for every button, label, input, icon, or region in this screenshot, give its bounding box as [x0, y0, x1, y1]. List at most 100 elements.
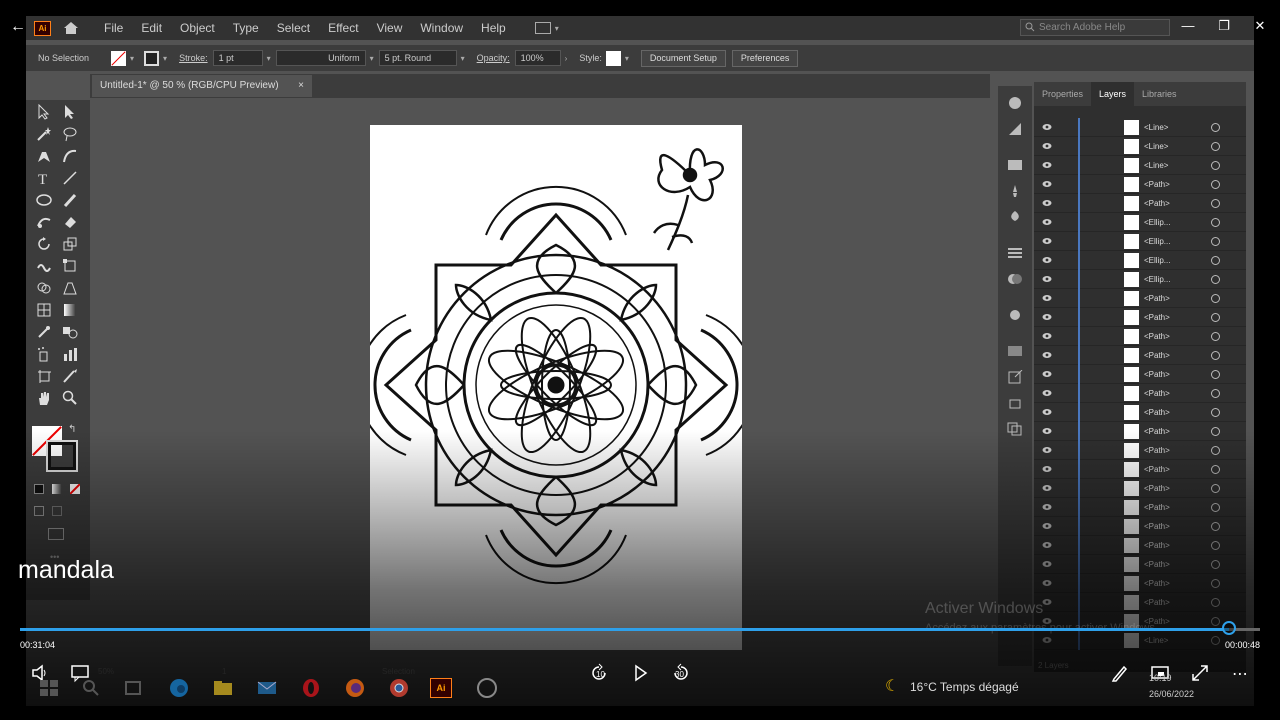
visibility-eye-icon[interactable]: [1042, 218, 1052, 226]
search-help-input[interactable]: Search Adobe Help: [1020, 19, 1170, 36]
draw-behind-icon[interactable]: [52, 506, 62, 516]
chevron-down-icon[interactable]: ▾: [370, 54, 374, 63]
chevron-down-icon[interactable]: ▾: [625, 54, 629, 63]
eyedropper-tool-icon[interactable]: [36, 324, 52, 340]
document-setup-button[interactable]: Document Setup: [640, 49, 726, 67]
menu-type[interactable]: Type: [224, 21, 268, 35]
layer-name[interactable]: <Path>: [1144, 522, 1170, 531]
visibility-eye-icon[interactable]: [1042, 541, 1052, 549]
layer-name[interactable]: <Path>: [1144, 294, 1170, 303]
layer-row[interactable]: <Path>: [1034, 289, 1246, 308]
transparency-panel-icon[interactable]: [1007, 272, 1023, 286]
visibility-eye-icon[interactable]: [1042, 579, 1052, 587]
layer-row[interactable]: <Path>: [1034, 403, 1246, 422]
visibility-eye-icon[interactable]: [1042, 389, 1052, 397]
visibility-eye-icon[interactable]: [1042, 370, 1052, 378]
color-guide-icon[interactable]: [1007, 122, 1023, 136]
target-circle-icon[interactable]: [1211, 237, 1220, 246]
menu-file[interactable]: File: [95, 21, 132, 35]
layer-name[interactable]: <Path>: [1144, 370, 1170, 379]
layer-name[interactable]: <Ellip...: [1144, 237, 1170, 246]
visibility-eye-icon[interactable]: [1042, 313, 1052, 321]
target-circle-icon[interactable]: [1211, 446, 1220, 455]
layer-name[interactable]: <Path>: [1144, 560, 1170, 569]
stroke-panel-icon[interactable]: [1007, 246, 1023, 260]
layer-row[interactable]: <Ellip...: [1034, 213, 1246, 232]
layer-name[interactable]: <Path>: [1144, 598, 1170, 607]
layer-row[interactable]: <Path>: [1034, 593, 1246, 612]
symbol-sprayer-tool-icon[interactable]: [36, 346, 52, 362]
visibility-eye-icon[interactable]: [1042, 560, 1052, 568]
layer-name[interactable]: <Path>: [1144, 427, 1170, 436]
target-circle-icon[interactable]: [1211, 218, 1220, 227]
pen-tool-icon[interactable]: [36, 148, 52, 164]
close-window-icon[interactable]: ✕: [1250, 18, 1270, 38]
none-mode-icon[interactable]: [70, 484, 80, 494]
stroke-swatch[interactable]: [144, 50, 160, 66]
scale-tool-icon[interactable]: [62, 236, 78, 252]
visibility-eye-icon[interactable]: [1042, 427, 1052, 435]
visibility-eye-icon[interactable]: [1042, 522, 1052, 530]
brush-definition[interactable]: 5 pt. Round: [378, 50, 457, 66]
workspace-switcher-icon[interactable]: [534, 22, 551, 34]
line-tool-icon[interactable]: [62, 170, 78, 186]
illustrator-taskbar-icon[interactable]: Ai: [430, 678, 452, 698]
layer-row[interactable]: <Ellip...: [1034, 270, 1246, 289]
layer-row[interactable]: <Line>: [1034, 118, 1246, 137]
artboard-tool-icon[interactable]: [36, 368, 52, 384]
visibility-eye-icon[interactable]: [1042, 503, 1052, 511]
target-circle-icon[interactable]: [1211, 256, 1220, 265]
layer-row[interactable]: <Path>: [1034, 498, 1246, 517]
back-arrow-icon[interactable]: ←: [10, 18, 28, 38]
screen-mode-icon[interactable]: [48, 528, 64, 540]
fill-swatch[interactable]: [111, 50, 127, 66]
task-view-icon[interactable]: [122, 678, 144, 698]
magic-wand-icon[interactable]: [36, 126, 52, 142]
type-tool-icon[interactable]: T: [36, 170, 52, 186]
brushes-panel-icon[interactable]: [1007, 184, 1023, 198]
stroke-color-box[interactable]: [46, 440, 78, 472]
layer-name[interactable]: <Path>: [1144, 180, 1170, 189]
rotate-tool-icon[interactable]: [36, 236, 52, 252]
layer-row[interactable]: <Path>: [1034, 365, 1246, 384]
layer-row[interactable]: <Path>: [1034, 536, 1246, 555]
symbols-panel-icon[interactable]: [1007, 210, 1023, 224]
layer-row[interactable]: <Path>: [1034, 194, 1246, 213]
chevron-down-icon[interactable]: ▾: [461, 54, 465, 63]
layer-name[interactable]: <Path>: [1144, 313, 1170, 322]
layer-name[interactable]: <Line>: [1144, 636, 1168, 645]
swap-fill-stroke-icon[interactable]: ↰: [68, 424, 76, 435]
target-circle-icon[interactable]: [1211, 427, 1220, 436]
close-tab-icon[interactable]: ×: [298, 75, 304, 97]
weather-status[interactable]: 16°C Temps dégagé: [910, 680, 1019, 694]
layer-name[interactable]: <Line>: [1144, 142, 1168, 151]
obs-icon[interactable]: [476, 678, 498, 698]
visibility-eye-icon[interactable]: [1042, 237, 1052, 245]
target-circle-icon[interactable]: [1211, 351, 1220, 360]
visibility-eye-icon[interactable]: [1042, 142, 1052, 150]
gradient-mode-icon[interactable]: [52, 484, 62, 494]
lasso-icon[interactable]: [62, 126, 78, 142]
layer-row[interactable]: <Ellip...: [1034, 232, 1246, 251]
layer-name[interactable]: <Path>: [1144, 541, 1170, 550]
visibility-eye-icon[interactable]: [1042, 256, 1052, 264]
color-mode-icon[interactable]: [34, 484, 44, 494]
search-icon[interactable]: [80, 678, 102, 698]
free-transform-tool-icon[interactable]: [62, 258, 78, 274]
layer-name[interactable]: <Path>: [1144, 408, 1170, 417]
layer-name[interactable]: <Line>: [1144, 161, 1168, 170]
target-circle-icon[interactable]: [1211, 560, 1220, 569]
visibility-eye-icon[interactable]: [1042, 294, 1052, 302]
menu-effect[interactable]: Effect: [319, 21, 367, 35]
target-circle-icon[interactable]: [1211, 579, 1220, 588]
minimize-icon[interactable]: —: [1178, 18, 1198, 38]
target-circle-icon[interactable]: [1211, 617, 1220, 626]
restore-icon[interactable]: ❐: [1214, 18, 1234, 38]
visibility-eye-icon[interactable]: [1042, 199, 1052, 207]
layer-row[interactable]: <Path>: [1034, 308, 1246, 327]
gradient-panel-icon[interactable]: [1007, 344, 1023, 358]
curvature-tool-icon[interactable]: [62, 148, 78, 164]
target-circle-icon[interactable]: [1211, 598, 1220, 607]
target-circle-icon[interactable]: [1211, 389, 1220, 398]
layer-name[interactable]: <Path>: [1144, 332, 1170, 341]
